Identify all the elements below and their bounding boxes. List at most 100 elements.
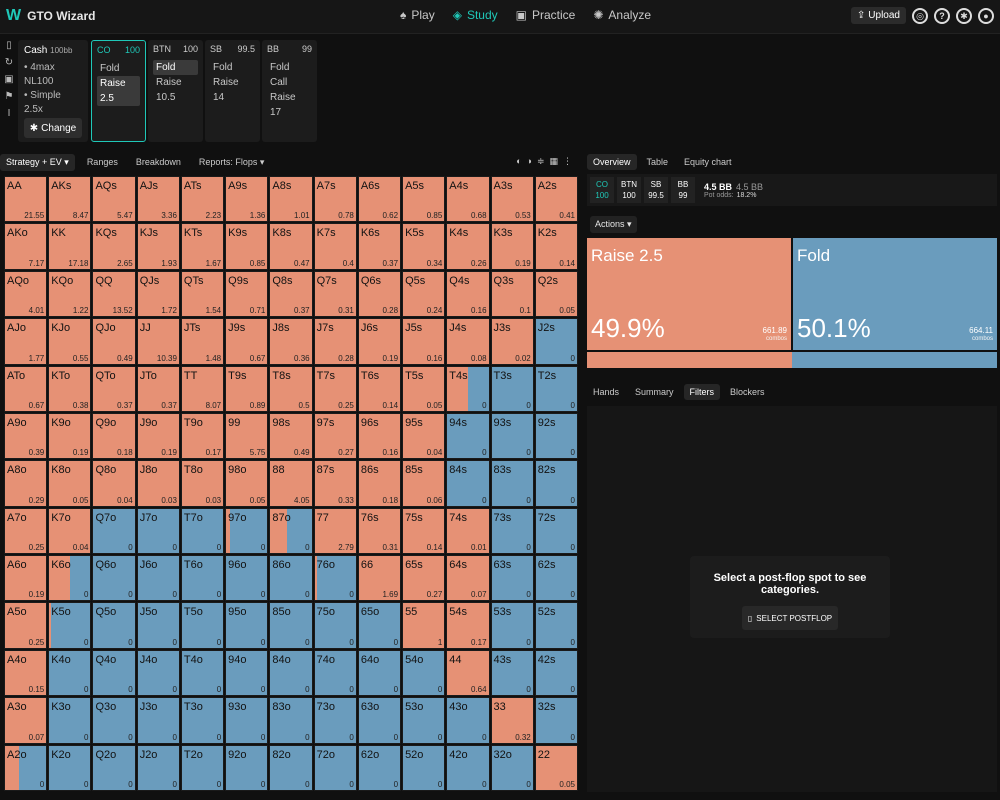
hand-cell[interactable]: KJs 1.93 (136, 223, 180, 270)
hand-cell[interactable]: AKs 8.47 (48, 176, 92, 223)
hand-cell[interactable]: J7s 0.28 (313, 318, 357, 365)
hand-cell[interactable]: 86o 0 (269, 555, 313, 602)
hand-cell[interactable]: 82o 0 (269, 744, 313, 791)
hand-cell[interactable]: A4o 0.15 (4, 649, 48, 697)
actions-dropdown[interactable]: Actions ▾ (590, 216, 637, 233)
hand-cell[interactable]: T4s 0 (446, 365, 490, 412)
hand-cell[interactable]: Q7s 0.31 (313, 270, 357, 318)
overview-tab[interactable]: Equity chart (678, 154, 738, 170)
hand-cell[interactable]: 75o 0 (313, 602, 357, 649)
nav-practice[interactable]: ▣ Practice (516, 8, 576, 22)
hand-cell[interactable]: 63o 0 (357, 697, 402, 744)
hand-cell[interactable]: 73s 0 (490, 507, 534, 555)
hand-cell[interactable]: 63s 0 (490, 555, 534, 602)
hand-cell[interactable]: K2o 0 (48, 744, 92, 791)
hand-cell[interactable]: JTo 0.37 (136, 365, 180, 412)
hand-cell[interactable]: J6o 0 (136, 555, 180, 602)
hand-cell[interactable]: 87o 0 (269, 507, 313, 555)
hand-cell[interactable]: KQo 1.22 (48, 270, 92, 318)
sliders-icon[interactable]: ≑ (537, 156, 545, 167)
settings-icon[interactable]: ✱ (956, 7, 972, 24)
hand-cell[interactable]: 66 1.69 (357, 555, 402, 602)
hand-cell[interactable]: T5o 0 (180, 602, 225, 649)
hand-cell[interactable]: 54o 0 (402, 649, 446, 697)
hand-cell[interactable]: A5o 0.25 (4, 602, 48, 649)
hand-cell[interactable]: K4o 0 (48, 649, 92, 697)
hand-cell[interactable]: 85o 0 (269, 602, 313, 649)
hand-cell[interactable]: K7o 0.04 (48, 507, 92, 555)
hand-cell[interactable]: 94o 0 (225, 649, 269, 697)
hand-cell[interactable]: 84o 0 (269, 649, 313, 697)
hand-cell[interactable]: J3o 0 (136, 697, 180, 744)
hand-cell[interactable]: K5s 0.34 (402, 223, 446, 270)
hand-cell[interactable]: 53o 0 (402, 697, 446, 744)
hand-cell[interactable]: A9o 0.39 (4, 412, 48, 460)
hand-cell[interactable]: 93o 0 (225, 697, 269, 744)
hand-cell[interactable]: K6o 0 (48, 555, 92, 602)
detail-tab[interactable]: Summary (629, 384, 680, 400)
hand-cell[interactable]: J3s 0.02 (490, 318, 534, 365)
hand-cell[interactable]: AA 21.55 (4, 176, 48, 223)
hand-cell[interactable]: 95o 0 (225, 602, 269, 649)
upload-button[interactable]: ⇪ Upload (850, 7, 906, 24)
hand-cell[interactable]: 94s 0 (446, 412, 490, 460)
hand-cell[interactable]: K5o 0 (48, 602, 92, 649)
hand-cell[interactable]: K4s 0.26 (446, 223, 490, 270)
hand-cell[interactable]: 92s 0 (534, 412, 578, 460)
user-icon[interactable]: ● (978, 7, 994, 24)
hand-cell[interactable]: T9o 0.17 (180, 412, 225, 460)
help-icon[interactable]: ? (934, 7, 950, 24)
hand-cell[interactable]: 65s 0.27 (402, 555, 446, 602)
hand-cell[interactable]: A2o 0 (4, 744, 48, 791)
hand-cell[interactable]: AKo 7.17 (4, 223, 48, 270)
position-action[interactable]: Raise 10.5 (153, 75, 198, 105)
hand-cell[interactable]: 65o 0 (357, 602, 402, 649)
refresh-icon[interactable]: ↻ (5, 57, 13, 68)
hand-cell[interactable]: A3s 0.53 (490, 176, 534, 223)
hand-cell[interactable]: 62s 0 (534, 555, 578, 602)
hand-cell[interactable]: Q6s 0.28 (357, 270, 402, 318)
hand-cell[interactable]: QTs 1.54 (180, 270, 225, 318)
text-cursor-icon[interactable]: I (8, 108, 11, 119)
hand-cell[interactable]: A5s 0.85 (402, 176, 446, 223)
hand-cell[interactable]: 98s 0.49 (269, 412, 313, 460)
hand-cell[interactable]: Q4o 0 (92, 649, 136, 697)
nav-analyze[interactable]: ✺ Analyze (593, 8, 651, 22)
hand-cell[interactable]: Q6o 0 (92, 555, 136, 602)
hand-cell[interactable]: A2s 0.41 (534, 176, 578, 223)
mouse-icon[interactable]: ◐ (516, 156, 521, 167)
hand-cell[interactable]: TT 8.07 (180, 365, 225, 412)
grid-tab[interactable]: Breakdown (130, 154, 187, 171)
hand-cell[interactable]: K9s 0.85 (225, 223, 269, 270)
grid-tab[interactable]: Reports: Flops ▾ (193, 154, 271, 171)
hand-cell[interactable]: AQs 5.47 (92, 176, 136, 223)
position-action[interactable]: Raise 14 (210, 75, 255, 105)
hand-cell[interactable]: A3o 0.07 (4, 697, 48, 744)
hand-cell[interactable]: 82s 0 (534, 460, 578, 507)
hand-cell[interactable]: T2o 0 (180, 744, 225, 791)
hand-cell[interactable]: K9o 0.19 (48, 412, 92, 460)
hand-cell[interactable]: K8s 0.47 (269, 223, 313, 270)
position-action[interactable]: Fold (153, 60, 198, 75)
hand-cell[interactable]: 96s 0.16 (357, 412, 402, 460)
hand-cell[interactable]: T7o 0 (180, 507, 225, 555)
hand-cell[interactable]: 77 2.79 (313, 507, 357, 555)
hand-cell[interactable]: Q4s 0.16 (446, 270, 490, 318)
hand-cell[interactable]: Q5s 0.24 (402, 270, 446, 318)
hand-cell[interactable]: 97o 0 (225, 507, 269, 555)
hand-cell[interactable]: Q9o 0.18 (92, 412, 136, 460)
hand-cell[interactable]: J4o 0 (136, 649, 180, 697)
hand-cell[interactable]: 62o 0 (357, 744, 402, 791)
hand-cell[interactable]: 44 0.64 (446, 649, 490, 697)
hand-cell[interactable]: 64o 0 (357, 649, 402, 697)
position-card-sb[interactable]: SB 99.5 Fold Raise 14 (205, 40, 260, 142)
position-card-btn[interactable]: BTN 100 Fold Raise 10.5 (148, 40, 203, 142)
hand-cell[interactable]: 42s 0 (534, 649, 578, 697)
overview-tab[interactable]: Table (641, 154, 675, 170)
hand-cell[interactable]: KQs 2.65 (92, 223, 136, 270)
hand-cell[interactable]: 55 1 (402, 602, 446, 649)
hand-cell[interactable]: Q3s 0.1 (490, 270, 534, 318)
hand-cell[interactable]: 85s 0.06 (402, 460, 446, 507)
position-action[interactable]: Fold (210, 60, 255, 75)
hand-cell[interactable]: KTo 0.38 (48, 365, 92, 412)
